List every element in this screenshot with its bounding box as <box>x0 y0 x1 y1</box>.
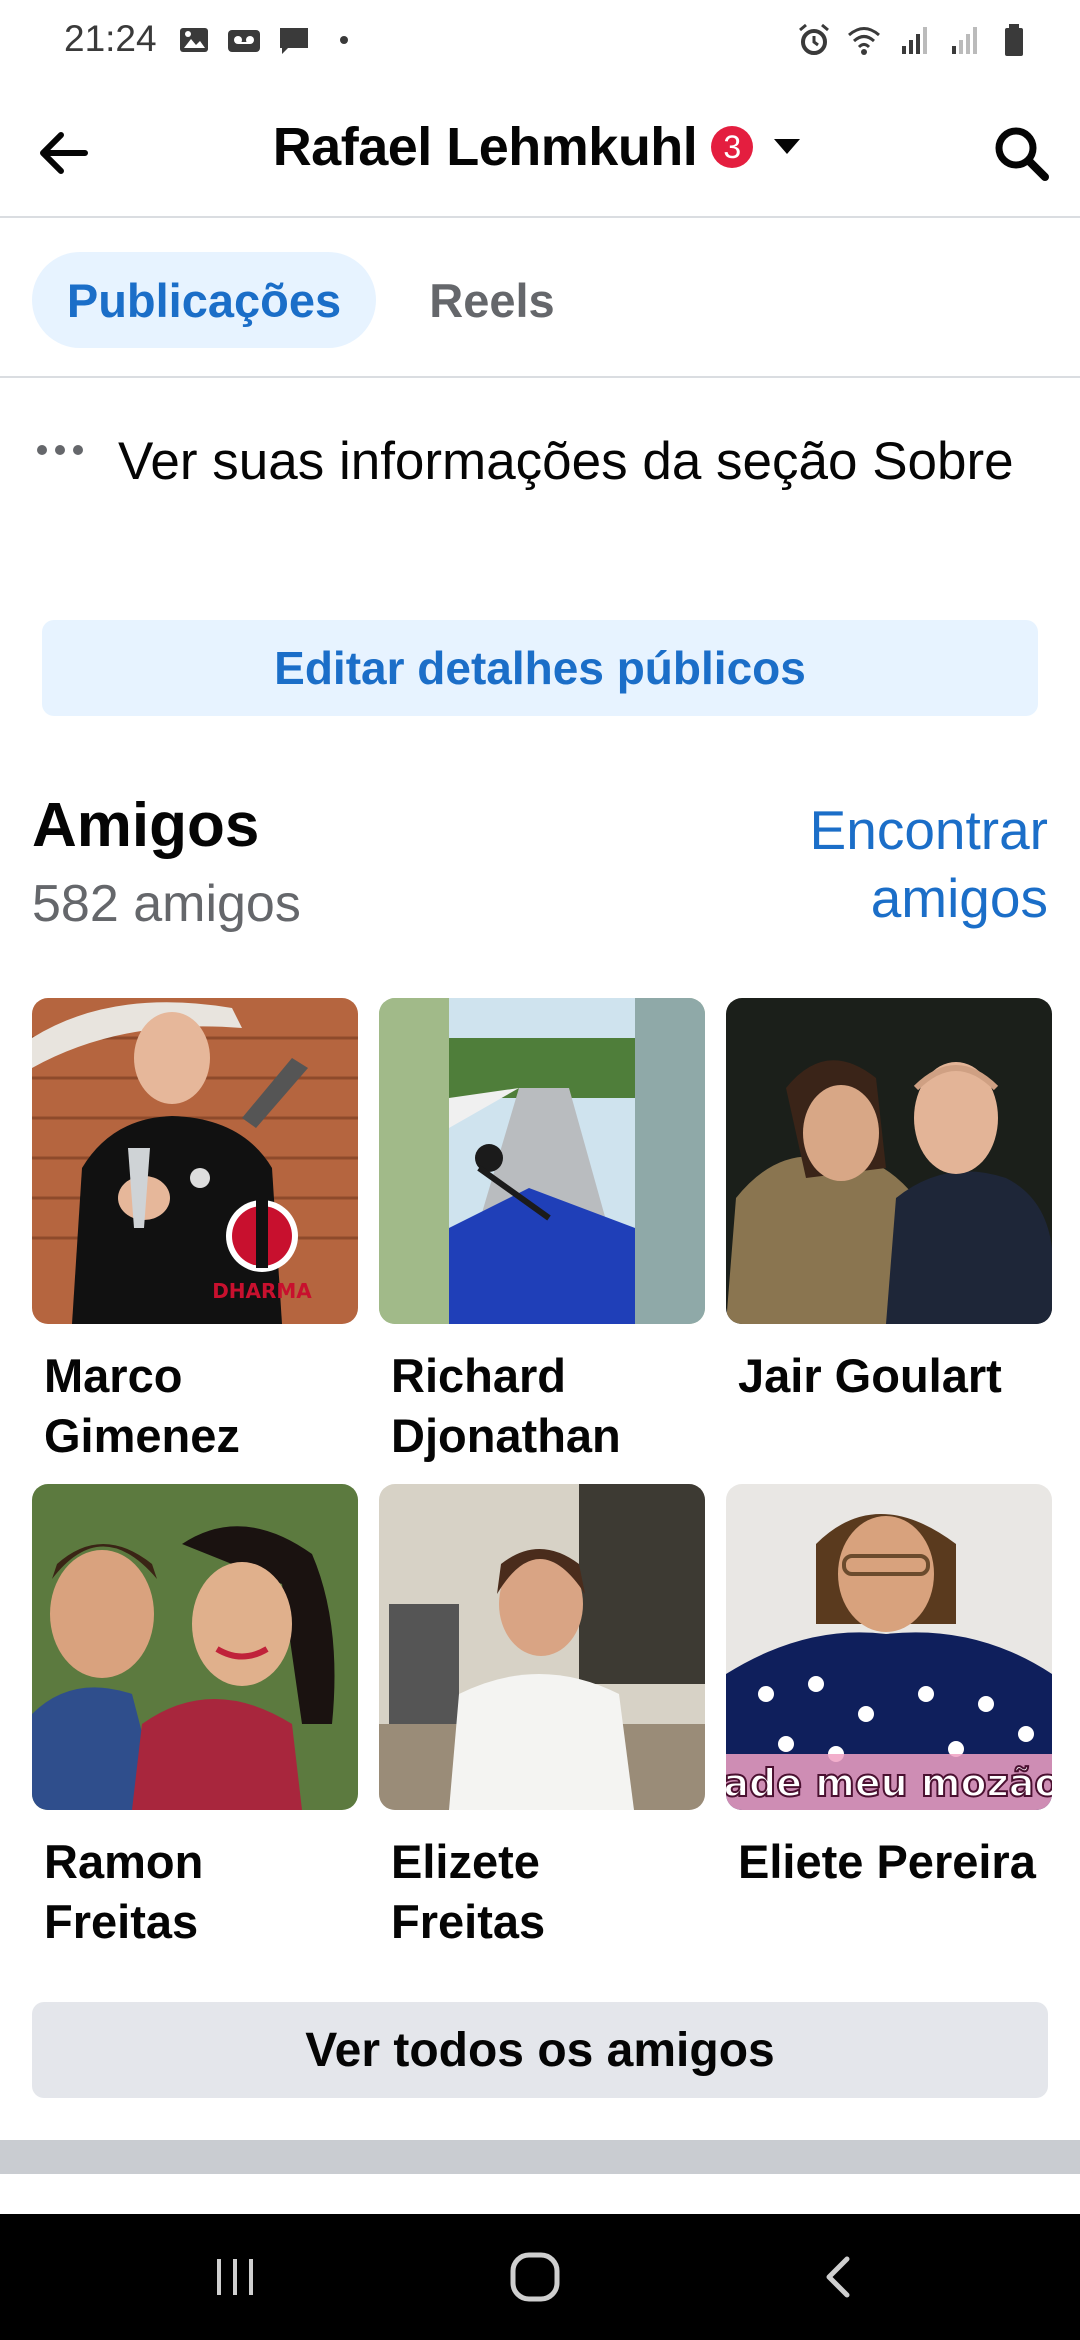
wifi-icon <box>848 27 880 55</box>
about-row[interactable]: Ver suas informações da seção Sobre <box>0 378 1080 578</box>
battery-icon <box>1005 24 1023 56</box>
profile-switcher[interactable]: Rafael Lehmkuhl 3 <box>0 116 1080 178</box>
image-icon <box>180 28 208 52</box>
find-friends-link[interactable]: Encontrar amigos <box>768 796 1048 932</box>
signal-icon <box>902 27 927 54</box>
friend-name[interactable]: Eliete Pereira <box>738 1832 1048 1892</box>
alarm-icon <box>799 23 829 55</box>
search-icon <box>995 127 1049 181</box>
friend-photo[interactable] <box>379 998 705 1324</box>
friend-name[interactable]: Marco Gimenez <box>44 1346 354 1466</box>
home-icon <box>510 2252 560 2302</box>
friends-count: 582 amigos <box>32 875 301 933</box>
friend-photo[interactable]: DHARMA <box>32 998 358 1324</box>
home-button[interactable] <box>490 2244 580 2310</box>
system-nav-bar <box>0 2214 1080 2340</box>
friends-title: Amigos <box>32 791 260 860</box>
notification-badge: 3 <box>711 126 754 168</box>
chat-icon <box>280 28 308 54</box>
friend-card[interactable]: Elizete Freitas <box>379 1484 705 1952</box>
friend-card[interactable]: Richard Djonathan <box>379 998 705 1466</box>
friend-card[interactable]: Cade meu mozão? Eliete Pereira <box>726 1484 1052 1892</box>
system-icons <box>796 22 1032 58</box>
status-bar: 21:24 <box>0 0 1080 84</box>
edit-public-details-button[interactable]: Editar detalhes públicos <box>42 620 1038 716</box>
section-divider <box>0 2140 1080 2174</box>
recent-apps-button[interactable] <box>190 2244 280 2310</box>
friend-photo[interactable] <box>726 998 1052 1324</box>
friend-name[interactable]: Elizete Freitas <box>391 1832 701 1952</box>
friend-card[interactable]: DHARMA Marco Gimenez <box>32 998 358 1466</box>
dot-icon <box>340 36 348 44</box>
friend-card[interactable]: Ramon Freitas <box>32 1484 358 1952</box>
profile-tabs: Publicações Reels <box>0 218 1080 378</box>
friend-photo[interactable] <box>379 1484 705 1810</box>
app-bar: Rafael Lehmkuhl 3 <box>0 84 1080 218</box>
friend-card[interactable]: Jair Goulart <box>726 998 1052 1406</box>
chevron-down-icon <box>767 127 807 167</box>
friend-name[interactable]: Richard Djonathan <box>391 1346 701 1466</box>
back-icon <box>826 2256 850 2298</box>
friend-name[interactable]: Jair Goulart <box>738 1346 1048 1406</box>
tab-publicacoes[interactable]: Publicações <box>32 252 376 348</box>
voicemail-icon <box>228 30 260 52</box>
see-all-friends-button[interactable]: Ver todos os amigos <box>32 2002 1048 2098</box>
recent-apps-icon <box>217 2259 253 2295</box>
friend-name[interactable]: Ramon Freitas <box>44 1832 354 1952</box>
notification-icons <box>176 22 362 58</box>
signal-icon <box>952 27 977 54</box>
status-time: 21:24 <box>64 18 157 59</box>
page-title: Rafael Lehmkuhl <box>272 117 698 177</box>
about-text: Ver suas informações da seção Sobre <box>118 432 1014 491</box>
search-button[interactable] <box>986 118 1056 188</box>
photo-overlay-text: Cade meu mozão? <box>726 1761 1052 1805</box>
friend-photo[interactable]: Cade meu mozão? <box>726 1484 1052 1810</box>
more-dots-icon <box>37 445 83 455</box>
nav-back-button[interactable] <box>794 2244 884 2310</box>
tab-reels[interactable]: Reels <box>404 252 580 348</box>
friend-photo[interactable] <box>32 1484 358 1810</box>
dharma-logo-text: DHARMA <box>212 1279 312 1303</box>
